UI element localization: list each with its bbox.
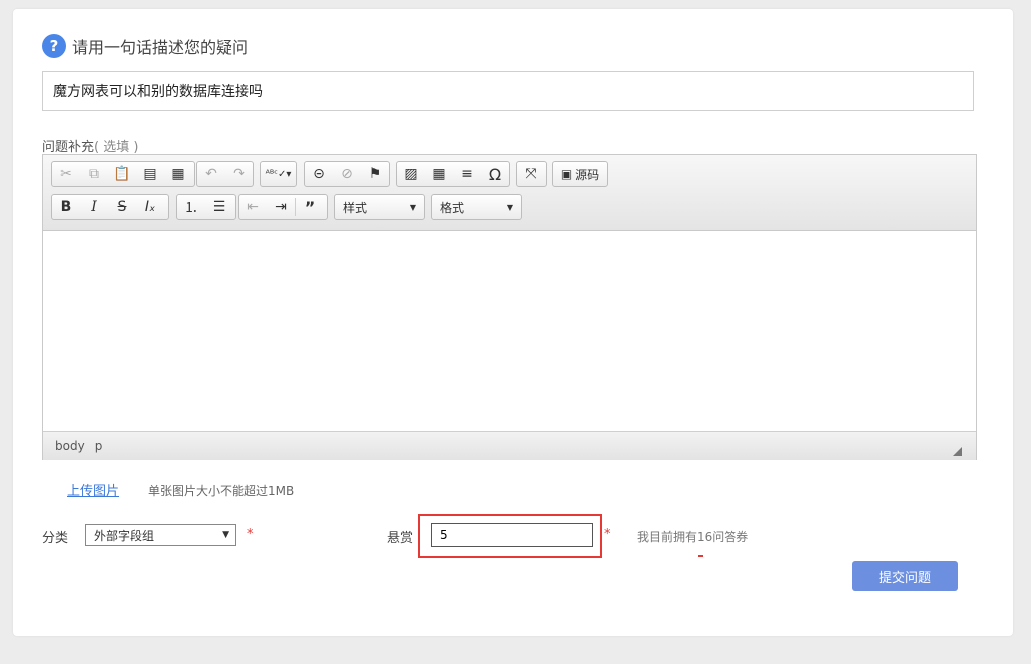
maximize-group: ⤧ [516,161,547,187]
anchor-icon[interactable]: ⚑ [361,162,389,186]
category-label: 分类 [42,531,69,546]
outdent-icon[interactable]: ⇤ [239,195,267,219]
element-path-p[interactable]: p [95,439,103,453]
category-selected-value: 外部字段组 [94,528,155,543]
copy-icon[interactable]: ⧉ [80,162,108,186]
source-group: ▣ 源码 [552,161,608,187]
supplement-optional: ( 选填 ) [94,140,139,155]
cut-icon[interactable]: ✂ [52,162,80,186]
source-label: 源码 [575,167,600,182]
question-title-row: ? 请用一句话描述您的疑问 [42,34,248,58]
question-input[interactable] [42,71,974,111]
category-select[interactable]: 外部字段组 ▼ [85,524,236,546]
editor-content-area[interactable] [43,231,976,431]
insert-group: ▨ ▦ ≡ Ω [396,161,510,187]
paste-text-icon[interactable]: ▤ [136,162,164,186]
upload-image-link[interactable]: 上传图片 [67,480,119,499]
question-circle-icon: ? [42,34,66,58]
style-dropdown[interactable]: 样式 ▼ [334,194,425,220]
reward-input[interactable] [431,523,593,547]
indent-icon[interactable]: ⇥ [267,195,295,219]
style-dropdown-label: 样式 [343,200,368,215]
table-icon[interactable]: ▦ [425,162,453,186]
supplement-label-text: 问题补充 [42,140,95,155]
remove-format-icon[interactable]: Iₓ [136,195,164,219]
editor-toolbar: ✂ ⧉ 📋 ▤ ▦ ↶ ↷ ᴬᴮᶜ✓▾ ⊝ ⊘ ⚑ ▨ ▦ ≡ Ω ⤧ ▣ 源码… [43,155,976,231]
category-required-mark: * [247,527,254,542]
chevron-down-icon: ▼ [506,202,513,212]
link-group: ⊝ ⊘ ⚑ [304,161,390,187]
coupon-balance-hint: 我目前拥有16问答券 [637,530,749,544]
submit-question-button[interactable]: 提交问题 [852,561,958,591]
blockquote-icon[interactable]: ” [296,195,324,219]
link-icon[interactable]: ⊝ [305,162,333,186]
strike-icon[interactable]: S [108,195,136,219]
unlink-icon[interactable]: ⊘ [333,162,361,186]
redo-icon[interactable]: ↷ [225,162,253,186]
basic-style-group: B I S Iₓ [51,194,169,220]
paste-word-icon[interactable]: ▦ [164,162,192,186]
resize-handle-icon[interactable] [953,447,962,456]
undo-icon[interactable]: ↶ [197,162,225,186]
clipboard-group: ✂ ⧉ 📋 ▤ ▦ [51,161,195,187]
numbered-list-icon[interactable]: ⒈ [177,195,205,219]
undo-group: ↶ ↷ [196,161,254,187]
dropdown-arrow-icon: ▼ [222,530,229,540]
supplement-label: 问题补充( 选填 ) [42,136,138,155]
source-button[interactable]: ▣ 源码 [553,162,607,186]
special-char-icon[interactable]: Ω [481,162,509,186]
upload-size-hint: 单张图片大小不能超过1MB [148,484,295,498]
format-dropdown[interactable]: 格式 ▼ [431,194,522,220]
maximize-icon[interactable]: ⤧ [517,162,545,186]
chevron-down-icon: ▼ [409,202,416,212]
format-dropdown-label: 格式 [440,200,465,215]
spellcheck-icon[interactable]: ᴬᴮᶜ✓▾ [261,162,296,186]
rich-text-editor: ✂ ⧉ 📋 ▤ ▦ ↶ ↷ ᴬᴮᶜ✓▾ ⊝ ⊘ ⚑ ▨ ▦ ≡ Ω ⤧ ▣ 源码… [42,154,977,460]
indent-group: ⇤ ⇥ ” [238,194,328,220]
reward-label: 悬赏 [387,531,414,546]
bold-icon[interactable]: B [52,195,80,219]
editor-statusbar: body p [43,431,976,460]
source-icon: ▣ [560,167,573,181]
image-icon[interactable]: ▨ [397,162,425,186]
list-group: ⒈ ☰ [176,194,236,220]
horizontal-rule-icon[interactable]: ≡ [453,162,481,186]
paste-icon[interactable]: 📋 [108,162,136,186]
error-indicator [698,555,703,557]
italic-icon[interactable]: I [80,195,108,219]
question-form-card: ? 请用一句话描述您的疑问 问题补充( 选填 ) ✂ ⧉ 📋 ▤ ▦ ↶ ↷ ᴬ… [13,9,1013,636]
element-path-body[interactable]: body [55,439,85,453]
spell-group: ᴬᴮᶜ✓▾ [260,161,297,187]
question-title: 请用一句话描述您的疑问 [72,38,249,57]
reward-required-mark: * [604,527,611,542]
bulleted-list-icon[interactable]: ☰ [205,195,233,219]
